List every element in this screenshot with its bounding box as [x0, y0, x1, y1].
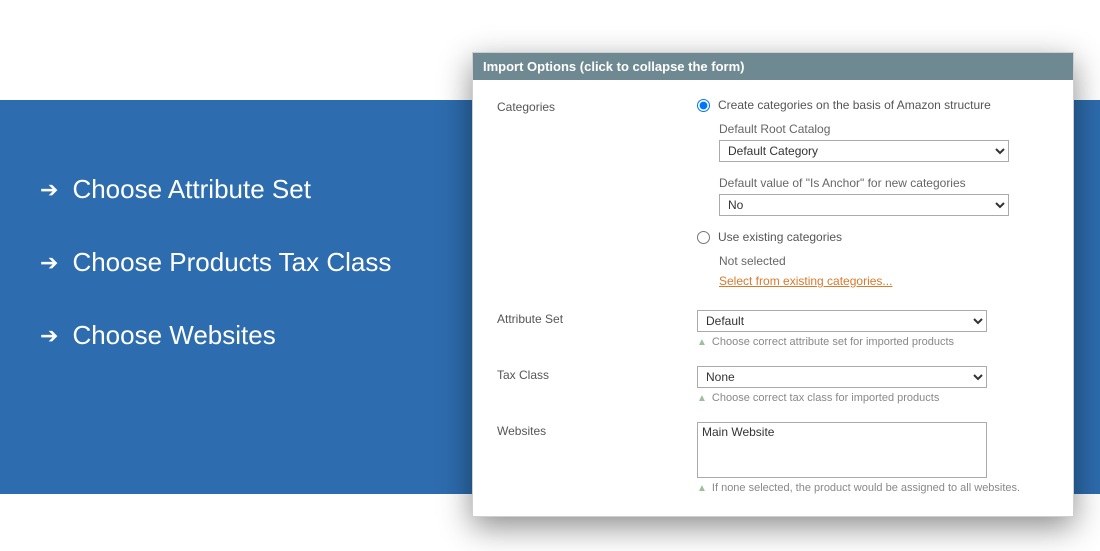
bullet-text: Choose Products Tax Class [72, 247, 391, 278]
stage: ➔ Choose Attribute Set ➔ Choose Products… [0, 0, 1100, 551]
bullet-row: ➔ Choose Websites [40, 320, 391, 351]
tax-class-hint: ▲ Choose correct tax class for imported … [697, 392, 1057, 406]
tax-class-hint-text: Choose correct tax class for imported pr… [712, 392, 939, 404]
radio-create-categories[interactable]: Create categories on the basis of Amazon… [697, 98, 1057, 112]
root-catalog-select[interactable]: Default Category [719, 140, 1009, 162]
triangle-icon: ▲ [697, 482, 707, 496]
arrow-icon: ➔ [40, 179, 58, 201]
attribute-set-hint-text: Choose correct attribute set for importe… [712, 336, 954, 348]
websites-hint-text: If none selected, the product would be a… [712, 482, 1020, 494]
websites-label: Websites [497, 422, 697, 438]
categories-content: Create categories on the basis of Amazon… [697, 98, 1057, 288]
triangle-icon: ▲ [697, 336, 707, 350]
panel-header[interactable]: Import Options (click to collapse the fo… [473, 53, 1073, 80]
tax-class-label: Tax Class [497, 366, 697, 382]
categories-row: Categories Create categories on the basi… [497, 98, 1057, 288]
not-selected-text: Not selected [719, 254, 1057, 268]
root-catalog-label: Default Root Catalog [719, 122, 1057, 136]
import-options-panel: Import Options (click to collapse the fo… [472, 52, 1074, 517]
bullet-row: ➔ Choose Attribute Set [40, 174, 391, 205]
panel-body: Categories Create categories on the basi… [473, 80, 1073, 516]
websites-row: Websites Main Website ▲ If none selected… [497, 422, 1057, 496]
arrow-icon: ➔ [40, 252, 58, 274]
tax-class-select[interactable]: None [697, 366, 987, 388]
radio-existing-categories[interactable]: Use existing categories [697, 230, 1057, 244]
attribute-set-content: Default ▲ Choose correct attribute set f… [697, 310, 1057, 350]
categories-label: Categories [497, 98, 697, 114]
bullet-text: Choose Attribute Set [72, 174, 310, 205]
radio-create-label: Create categories on the basis of Amazon… [718, 98, 991, 112]
attribute-set-row: Attribute Set Default ▲ Choose correct a… [497, 310, 1057, 350]
attribute-set-select[interactable]: Default [697, 310, 987, 332]
websites-content: Main Website ▲ If none selected, the pro… [697, 422, 1057, 496]
attribute-set-hint: ▲ Choose correct attribute set for impor… [697, 336, 1057, 350]
websites-listbox[interactable]: Main Website [697, 422, 987, 478]
anchor-select[interactable]: No [719, 194, 1009, 216]
arrow-icon: ➔ [40, 325, 58, 347]
radio-create-input[interactable] [697, 99, 710, 112]
radio-existing-label: Use existing categories [718, 230, 842, 244]
anchor-block: Default value of "Is Anchor" for new cat… [719, 176, 1057, 216]
bullet-row: ➔ Choose Products Tax Class [40, 247, 391, 278]
attribute-set-label: Attribute Set [497, 310, 697, 326]
anchor-label: Default value of "Is Anchor" for new cat… [719, 176, 1057, 190]
bullet-text: Choose Websites [72, 320, 275, 351]
triangle-icon: ▲ [697, 392, 707, 406]
select-existing-link[interactable]: Select from existing categories... [719, 274, 892, 288]
root-catalog-block: Default Root Catalog Default Category [719, 122, 1057, 162]
radio-existing-input[interactable] [697, 231, 710, 244]
left-bullets: ➔ Choose Attribute Set ➔ Choose Products… [40, 174, 391, 393]
websites-option[interactable]: Main Website [702, 425, 982, 439]
websites-hint: ▲ If none selected, the product would be… [697, 482, 1057, 496]
tax-class-content: None ▲ Choose correct tax class for impo… [697, 366, 1057, 406]
tax-class-row: Tax Class None ▲ Choose correct tax clas… [497, 366, 1057, 406]
